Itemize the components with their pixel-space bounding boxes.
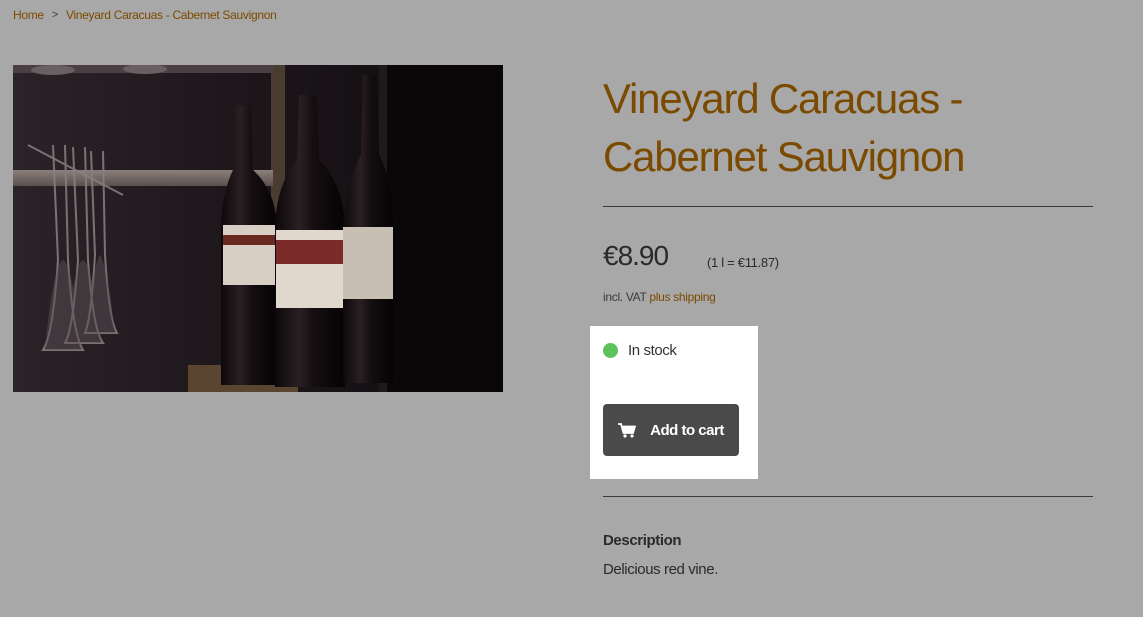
unit-price: (1 l = €11.87) bbox=[707, 255, 779, 270]
breadcrumb-current-link[interactable]: Vineyard Caracuas - Cabernet Sauvignon bbox=[66, 8, 277, 22]
stock-label: In stock bbox=[628, 342, 677, 359]
description-heading: Description bbox=[603, 532, 682, 549]
add-to-cart-button[interactable]: Add to cart bbox=[603, 404, 739, 456]
vat-label: incl. VAT bbox=[603, 290, 647, 304]
add-to-cart-label: Add to cart bbox=[650, 421, 724, 439]
wine-bottles-photo bbox=[13, 65, 503, 392]
title-divider bbox=[603, 206, 1093, 207]
stock-status: In stock bbox=[603, 342, 677, 359]
product-page: Home > Vineyard Caracuas - Cabernet Sauv… bbox=[0, 0, 1143, 617]
product-title: Vineyard Caracuas - Cabernet Sauvignon bbox=[603, 75, 966, 180]
description-text: Delicious red vine. bbox=[603, 561, 718, 578]
status-dot-icon bbox=[603, 343, 618, 358]
breadcrumb-home-link[interactable]: Home bbox=[13, 8, 44, 22]
vat-info: incl. VAT plus shipping bbox=[603, 290, 716, 304]
description-divider bbox=[603, 496, 1093, 497]
buy-box: In stock Add to cart bbox=[590, 326, 758, 479]
product-image[interactable] bbox=[13, 65, 503, 392]
shopping-cart-icon bbox=[618, 422, 637, 438]
breadcrumb: Home > Vineyard Caracuas - Cabernet Sauv… bbox=[13, 8, 277, 22]
shipping-link[interactable]: plus shipping bbox=[649, 290, 715, 304]
chevron-right-icon: > bbox=[51, 9, 58, 21]
product-price: €8.90 bbox=[603, 240, 669, 271]
